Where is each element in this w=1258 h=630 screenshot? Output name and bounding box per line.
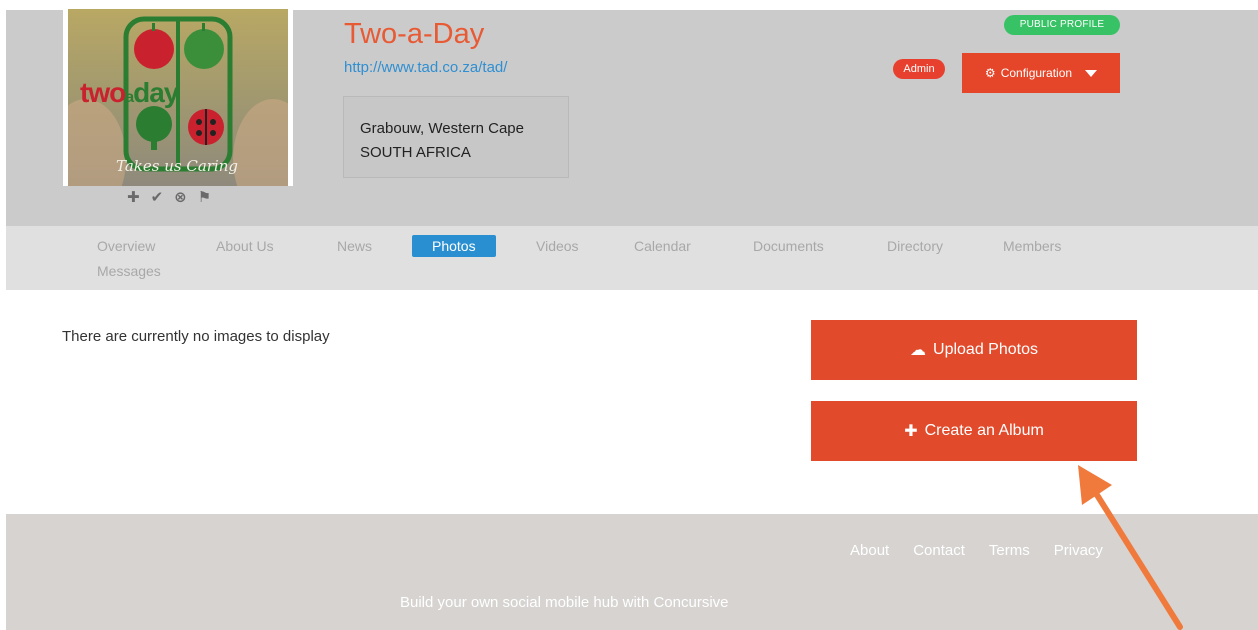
org-name: Two-a-Day <box>344 18 485 50</box>
plus-icon: ✚ <box>904 423 918 440</box>
create-album-label: Create an Album <box>924 422 1044 439</box>
public-profile-badge: PUBLIC PROFILE <box>1004 15 1120 35</box>
configuration-label: Configuration <box>1000 66 1073 80</box>
flag-icon[interactable]: ⚑ <box>198 188 211 206</box>
logo-image: twoaday Takes us Caring <box>68 9 288 186</box>
footer-link-contact[interactable]: Contact <box>913 542 965 559</box>
upload-photos-button[interactable]: ☁ Upload Photos <box>811 320 1137 380</box>
footer-link-terms[interactable]: Terms <box>989 542 1030 559</box>
configuration-button[interactable]: ⚙ Configuration <box>962 53 1120 93</box>
tab-directory[interactable]: Directory <box>887 238 943 254</box>
block-icon[interactable]: ⊗ <box>174 188 187 206</box>
tab-messages[interactable]: Messages <box>97 263 161 279</box>
address-line-1: Grabouw, Western Cape <box>360 120 524 137</box>
logo-tagline: Takes us Caring <box>116 157 238 175</box>
chevron-down-icon <box>1085 69 1098 77</box>
tab-photos[interactable]: Photos <box>412 235 496 257</box>
upload-photos-label: Upload Photos <box>933 341 1038 358</box>
tab-members[interactable]: Members <box>1003 238 1061 254</box>
footer-tagline: Build your own social mobile hub with Co… <box>400 594 729 611</box>
org-url-link[interactable]: http://www.tad.co.za/tad/ <box>344 59 507 76</box>
tab-overview[interactable]: Overview <box>97 238 155 254</box>
create-album-button[interactable]: ✚ Create an Album <box>811 401 1137 461</box>
tab-about-us[interactable]: About Us <box>216 238 274 254</box>
address-box: Grabouw, Western Cape SOUTH AFRICA <box>343 96 569 178</box>
tab-documents[interactable]: Documents <box>753 238 824 254</box>
tab-news[interactable]: News <box>337 238 372 254</box>
profile-actions: ✚ ✔ ⊗ ⚑ <box>127 188 211 206</box>
tab-calendar[interactable]: Calendar <box>634 238 691 254</box>
annotation-arrow-icon <box>1078 465 1183 630</box>
gear-icon: ⚙ <box>984 66 996 80</box>
address-line-2: SOUTH AFRICA <box>360 144 471 161</box>
empty-state-message: There are currently no images to display <box>62 328 330 345</box>
profile-tabs <box>6 226 1258 290</box>
logo-wordmark: twoaday <box>80 77 179 108</box>
footer-link-about[interactable]: About <box>850 542 889 559</box>
admin-badge: Admin <box>893 59 945 79</box>
check-icon[interactable]: ✔ <box>151 188 164 206</box>
cloud-upload-icon: ☁ <box>910 342 927 359</box>
tab-videos[interactable]: Videos <box>536 238 579 254</box>
profile-logo[interactable]: twoaday Takes us Caring <box>63 9 293 186</box>
add-icon[interactable]: ✚ <box>127 188 140 206</box>
